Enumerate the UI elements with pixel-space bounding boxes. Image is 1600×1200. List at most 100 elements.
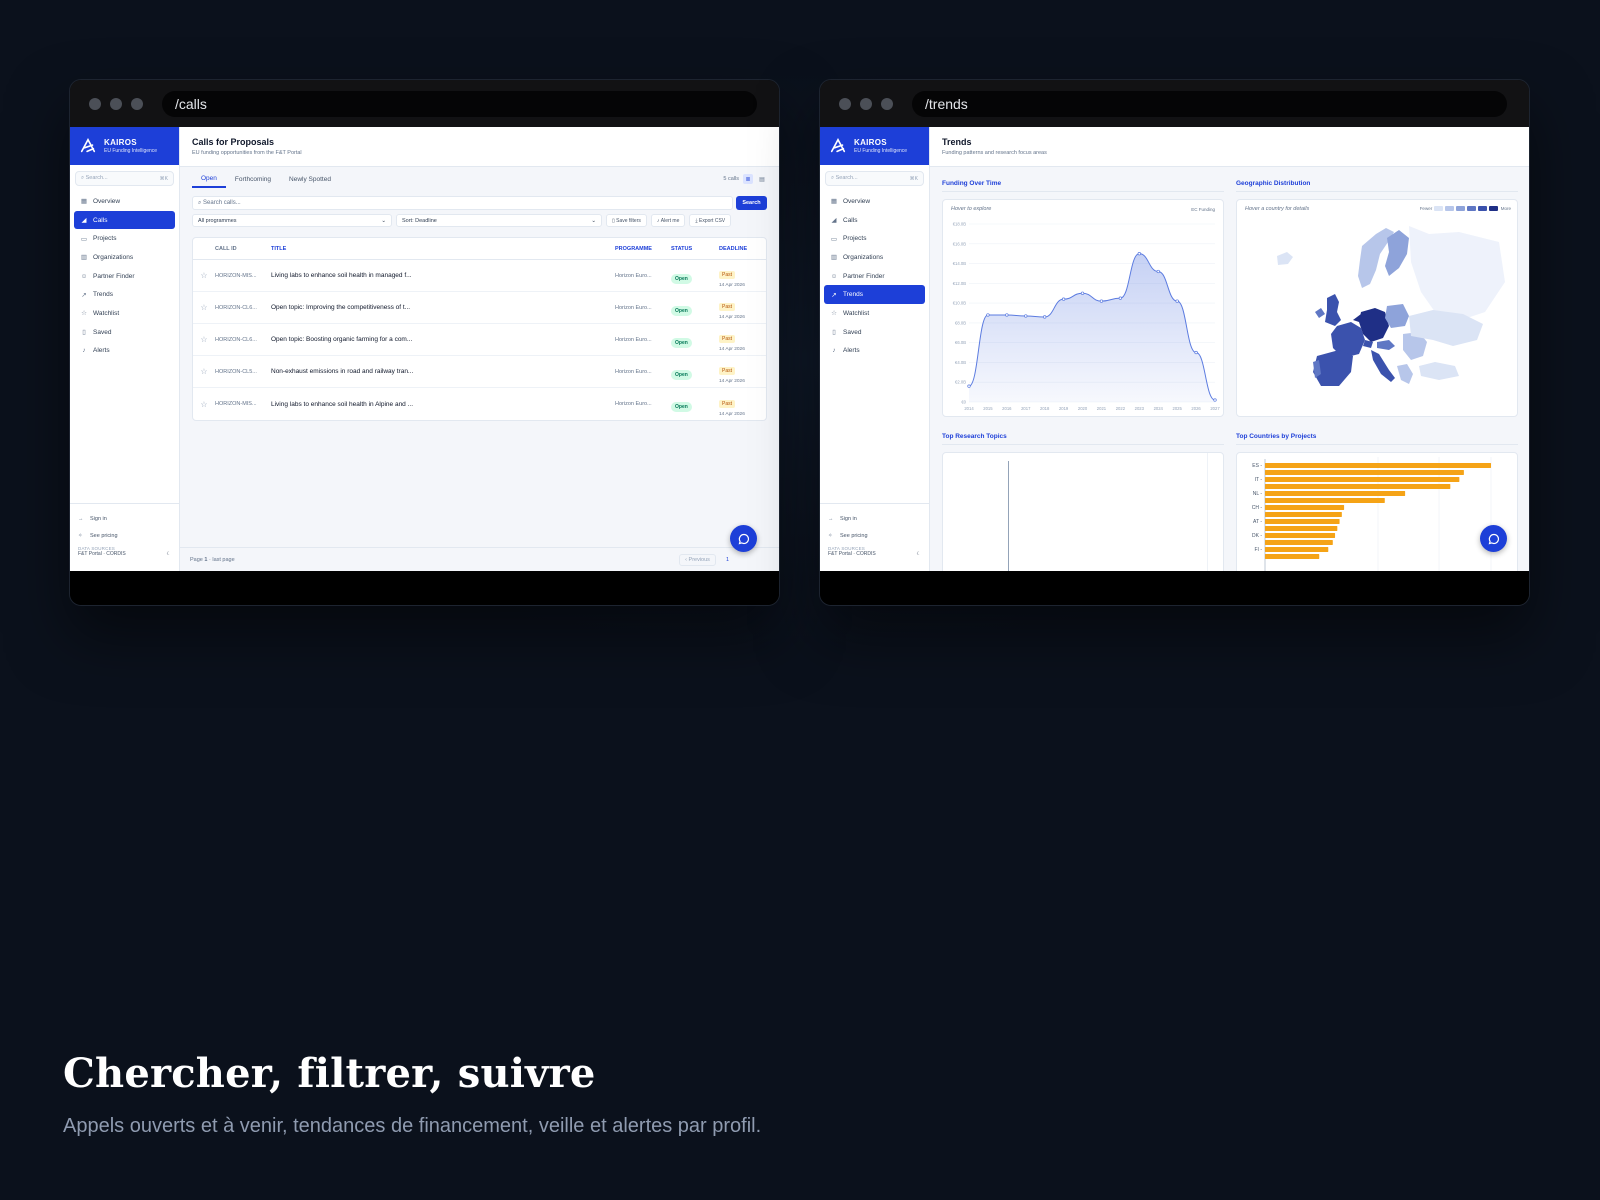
x-tick-label: 2023 (1135, 406, 1145, 411)
pagination: Page 1 · last page ‹ Previous 1 (180, 547, 779, 571)
chevron-down-icon: ⌄ (591, 217, 596, 224)
url-bar[interactable]: /calls (162, 90, 757, 117)
deadline-date: 14 Apr 2026 (719, 315, 745, 320)
table-row[interactable]: ☆ HORIZON-CL6... Open topic: Boosting or… (193, 324, 766, 356)
sidebar-item-calls[interactable]: ◢ Calls (74, 210, 175, 230)
column-header[interactable]: STATUS (671, 246, 719, 252)
see-pricing-link[interactable]: ✧ See pricing (828, 527, 921, 544)
x-tick-label: 2026 (1191, 406, 1201, 411)
search-button[interactable]: Search (736, 196, 767, 210)
list-view-icon[interactable]: ≣ (743, 174, 753, 184)
sidebar-item-trends[interactable]: ↗ Trends (74, 285, 175, 304)
window-bottom (820, 571, 1529, 605)
sidebar-item-watchlist[interactable]: ☆ Watchlist (74, 304, 175, 323)
sidebar-item-projects[interactable]: ▭ Projects (824, 229, 925, 248)
europe-choropleth-map[interactable] (1237, 216, 1517, 416)
column-header[interactable]: DEADLINE (719, 246, 763, 252)
sidebar-item-label: Trends (93, 291, 113, 299)
table-row[interactable]: ☆ HORIZON-MIS... Living labs to enhance … (193, 388, 766, 420)
legend-swatch (1456, 206, 1466, 212)
brand[interactable]: KAIROS EU Funding Intelligence (820, 127, 929, 165)
moon-icon[interactable]: ☾ (167, 551, 171, 557)
window-dot (89, 97, 101, 110)
brand[interactable]: KAIROS EU Funding Intelligence (70, 127, 179, 165)
tab-newly-spotted[interactable]: Newly Spotted (280, 170, 340, 188)
geo-hint: Hover a country for details (1245, 206, 1310, 212)
calls-search-input[interactable]: ⌕ Search calls... (192, 196, 733, 210)
bookmark-icon: ▯ (82, 329, 86, 337)
sidebar-item-overview[interactable]: ▦ Overview (824, 192, 925, 211)
map-legend: Fewer More (1420, 206, 1511, 212)
star-icon[interactable]: ☆ (193, 335, 215, 344)
sidebar-item-projects[interactable]: ▭ Projects (74, 229, 175, 248)
funding-area-chart[interactable]: €0 €2.0B €4.0B €6.0B €8.0B €10.0B €12.0B €14.0B… (943, 216, 1223, 416)
megaphone-icon: ◢ (831, 217, 837, 225)
sidebar-item-organizations[interactable]: ▥ Organizations (824, 248, 925, 267)
column-header[interactable]: CALL ID (215, 246, 271, 252)
sidebar-item-label: Watchlist (843, 309, 870, 317)
status-badge: Open (671, 402, 692, 412)
sidebar-item-trends[interactable]: ↗ Trends (824, 285, 925, 305)
y-tick-label: €16.0B (953, 241, 966, 246)
star-icon[interactable]: ☆ (193, 271, 215, 280)
see-pricing-link[interactable]: ✧ See pricing (78, 527, 171, 544)
data-point (1137, 252, 1141, 256)
call-title[interactable]: Non-exhaust emissions in road and railwa… (271, 368, 615, 375)
sort-select[interactable]: Sort: Deadline ⌄ (396, 214, 602, 227)
sidebar: KAIROS EU Funding Intelligence ⌕ Search.… (820, 127, 930, 571)
sidebar-item-saved[interactable]: ▯ Saved (74, 323, 175, 342)
star-icon[interactable]: ☆ (193, 367, 215, 376)
sidebar-item-saved[interactable]: ▯ Saved (824, 323, 925, 342)
sign-in-link[interactable]: → Sign in (78, 510, 171, 527)
sidebar-item-alerts[interactable]: ♪ Alerts (74, 342, 175, 361)
legend-swatch (1489, 206, 1499, 212)
table-row[interactable]: ☆ HORIZON-MIS... Living labs to enhance … (193, 260, 766, 292)
star-icon[interactable]: ☆ (193, 303, 215, 312)
programme-select[interactable]: All programmes ⌄ (192, 214, 392, 227)
topics-chart-title: Top Research Topics (942, 433, 1007, 440)
sidebar-item-partner-finder[interactable]: ☺ Partner Finder (824, 267, 925, 286)
table-row[interactable]: ☆ HORIZON-CL6... Open topic: Improving t… (193, 292, 766, 324)
sidebar-search[interactable]: ⌕ Search... ⌘K (75, 171, 174, 186)
call-id: HORIZON-CL5... (215, 368, 257, 375)
sidebar-item-partner-finder[interactable]: ☺ Partner Finder (74, 267, 175, 286)
save-filters-button[interactable]: ▯ Save filters (606, 214, 647, 227)
page-number[interactable]: 1 (726, 557, 729, 563)
window-dot (110, 97, 122, 110)
call-title[interactable]: Open topic: Improving the competitivenes… (271, 304, 615, 311)
tab-open[interactable]: Open (192, 170, 226, 188)
call-title[interactable]: Living labs to enhance soil health in Al… (271, 401, 615, 408)
call-title[interactable]: Open topic: Boosting organic farming for… (271, 336, 615, 343)
chat-button[interactable] (730, 525, 757, 552)
brand-name: KAIROS (854, 138, 887, 147)
y-tick-label: €18.0B (953, 222, 966, 227)
sidebar-item-overview[interactable]: ▦ Overview (74, 192, 175, 211)
sidebar-search[interactable]: ⌕ Search... ⌘K (825, 171, 924, 186)
chat-button[interactable] (1480, 525, 1507, 552)
call-title[interactable]: Living labs to enhance soil health in ma… (271, 272, 615, 279)
country-label: NL - (1253, 491, 1263, 497)
sidebar-item-label: Alerts (93, 347, 110, 355)
chat-icon (1488, 533, 1499, 544)
column-header[interactable]: TITLE (271, 246, 615, 252)
export-csv-button[interactable]: ⤓ Export CSV (689, 214, 732, 227)
tab-forthcoming[interactable]: Forthcoming (226, 170, 280, 188)
url-bar[interactable]: /trends (912, 90, 1507, 117)
previous-button[interactable]: ‹ Previous (679, 553, 716, 566)
column-header[interactable]: PROGRAMME (615, 246, 671, 252)
star-icon[interactable]: ☆ (193, 400, 215, 409)
moon-icon[interactable]: ☾ (917, 551, 921, 557)
table-row[interactable]: ☆ HORIZON-CL5... Non-exhaust emissions i… (193, 356, 766, 388)
alert-me-button[interactable]: ♪ Alert me (650, 214, 686, 227)
sidebar-item-watchlist[interactable]: ☆ Watchlist (824, 304, 925, 323)
calendar-view-icon[interactable]: ▤ (757, 174, 767, 184)
sidebar-item-calls[interactable]: ◢ Calls (824, 211, 925, 230)
y-tick-label: €6.0B (955, 340, 966, 345)
sort-select-value: Sort: Deadline (402, 217, 437, 224)
area-fill (969, 253, 1215, 402)
countries-bar-chart[interactable]: ES - IT - NL - CH - AT - DK - FI - (1237, 453, 1518, 571)
sign-in-link[interactable]: → Sign in (828, 510, 921, 527)
sidebar-item-alerts[interactable]: ♪ Alerts (824, 342, 925, 361)
sidebar-item-organizations[interactable]: ▥ Organizations (74, 248, 175, 267)
geo-map-panel: Hover a country for details Fewer More (1236, 199, 1518, 417)
